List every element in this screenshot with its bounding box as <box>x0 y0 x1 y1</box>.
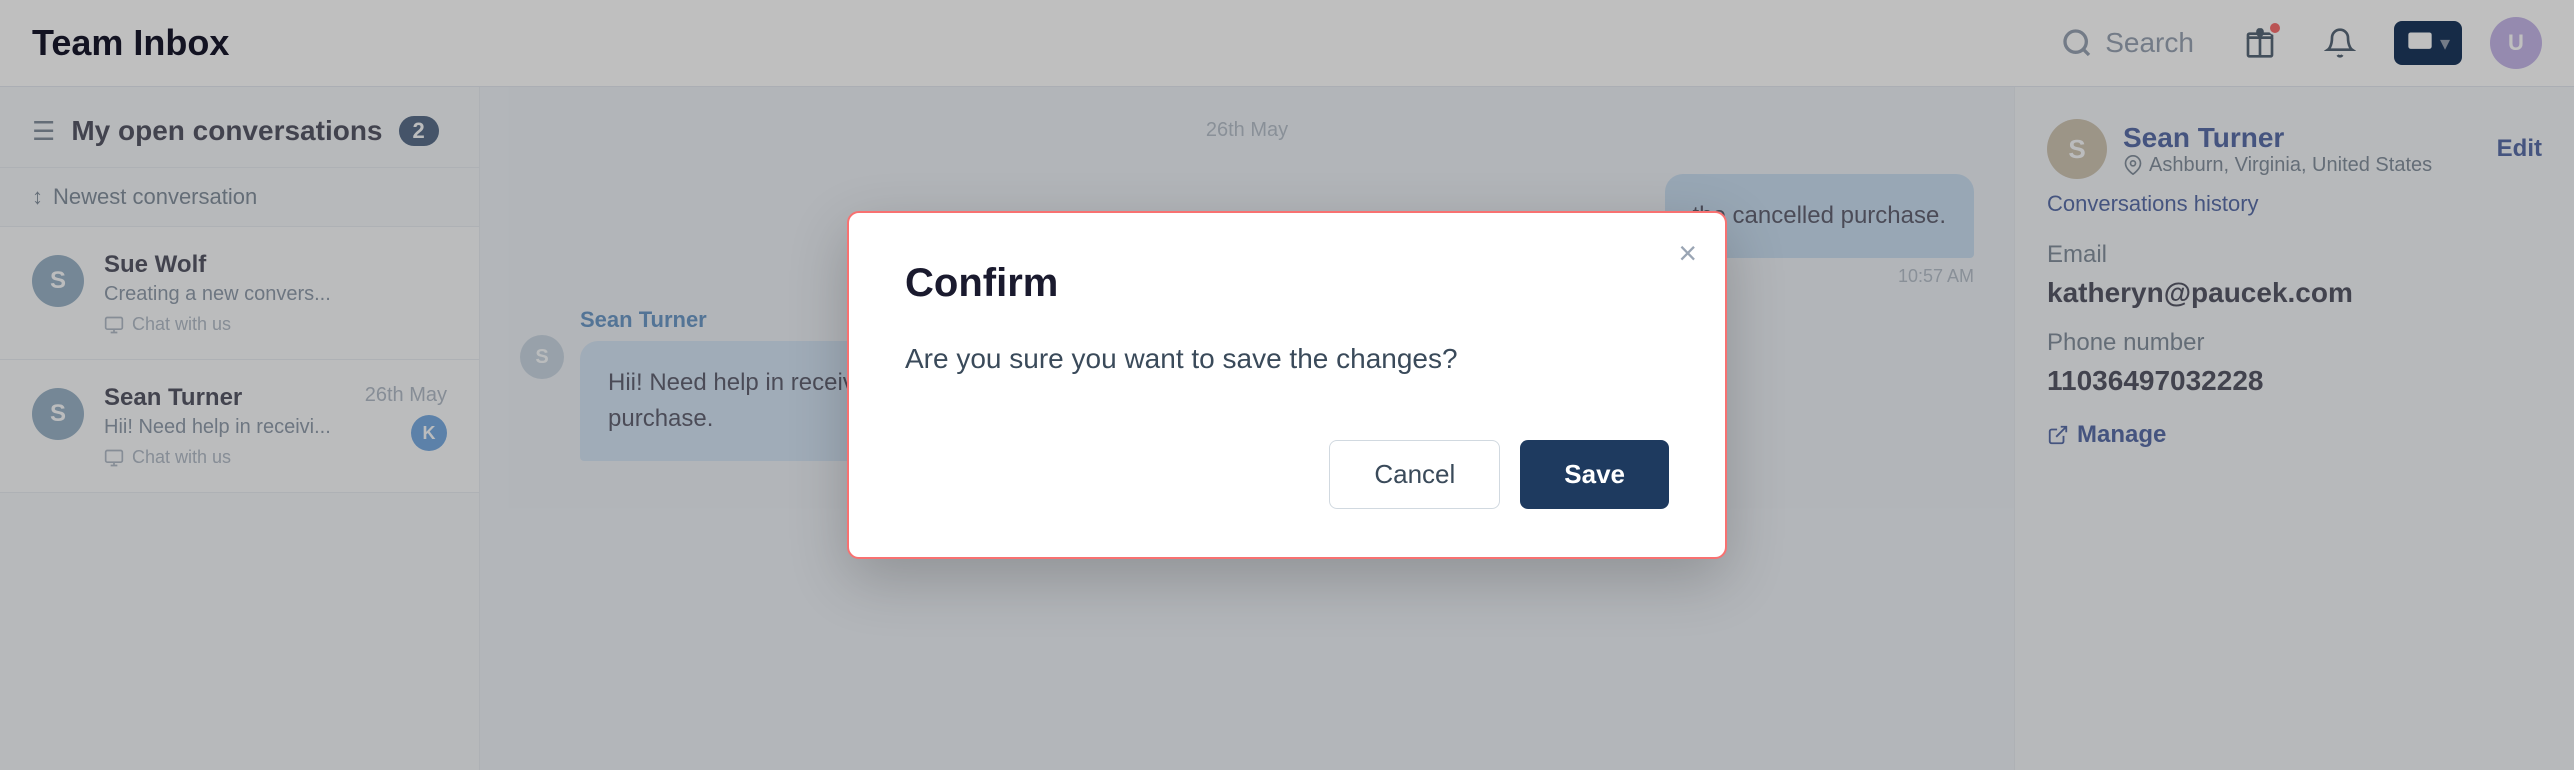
modal-close-button[interactable]: × <box>1678 237 1697 269</box>
modal-footer: Cancel Save <box>905 440 1669 509</box>
save-button[interactable]: Save <box>1520 440 1669 509</box>
modal-title: Confirm <box>905 261 1669 306</box>
cancel-button[interactable]: Cancel <box>1329 440 1500 509</box>
confirm-modal: × Confirm Are you sure you want to save … <box>847 211 1727 559</box>
modal-overlay: × Confirm Are you sure you want to save … <box>0 0 2574 770</box>
modal-body: Are you sure you want to save the change… <box>905 338 1669 380</box>
